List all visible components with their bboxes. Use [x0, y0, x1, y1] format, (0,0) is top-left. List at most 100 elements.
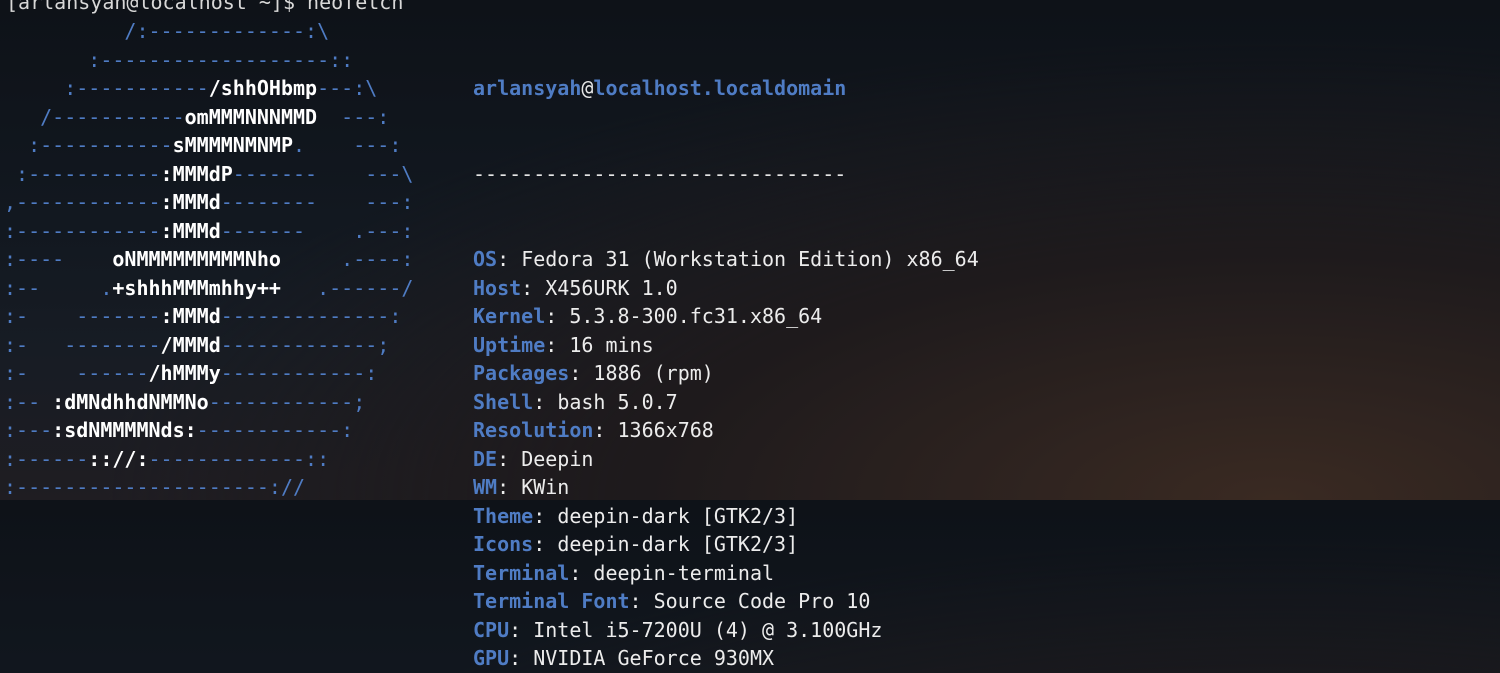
- ascii-logo-segment: :MMMd: [160, 304, 221, 328]
- info-key: OS: [473, 247, 498, 271]
- ascii-logo-segment: :---------------------://: [4, 475, 306, 499]
- info-key: Resolution: [473, 418, 594, 442]
- ascii-logo-segment: /-----------: [4, 104, 185, 129]
- ascii-logo-segment: :- -------: [4, 304, 161, 328]
- ascii-logo-segment: :MMMd: [160, 190, 221, 214]
- ascii-logo-segment: :-------------------::: [4, 47, 354, 72]
- at-sign: @: [581, 76, 594, 100]
- header-separator: -------------------------------: [473, 161, 847, 186]
- info-colon: :: [569, 560, 594, 585]
- info-row: Uptime: 16 mins: [473, 331, 979, 360]
- info-value: deepin-dark [GTK2/3]: [557, 532, 799, 556]
- ascii-logo-segment: :MMMd: [160, 218, 221, 243]
- info-colon: :: [629, 589, 654, 613]
- ascii-logo-segment: oNMMMMMMMMMNho: [112, 247, 281, 271]
- ascii-logo-segment: :-- .: [4, 275, 113, 300]
- info-value: 1886 (rpm): [593, 361, 714, 385]
- info-key: Host: [473, 275, 522, 300]
- info-value: Source Code Pro 10: [653, 589, 871, 613]
- ascii-logo-segment: +shhhMMMmhhy++: [112, 275, 281, 300]
- info-row: WM: KWin: [473, 473, 979, 502]
- info-colon: :: [497, 446, 522, 471]
- ascii-logo-segment: /MMMd: [160, 332, 221, 357]
- info-value: deepin-dark [GTK2/3]: [557, 503, 799, 528]
- ascii-logo-line: :- -------:MMMd--------------:: [4, 302, 413, 331]
- ascii-logo-segment: ------- .---:: [220, 218, 414, 243]
- info-key: Packages: [473, 361, 570, 385]
- ascii-logo-segment: ---:\: [317, 76, 378, 100]
- ascii-logo-segment: ,------------: [4, 190, 161, 214]
- ascii-logo-segment: -------------::: [148, 446, 330, 471]
- info-row: Shell: bash 5.0.7: [473, 388, 979, 417]
- info-key: Icons: [473, 532, 534, 556]
- info-colon: :: [533, 532, 558, 556]
- info-colon: :: [497, 475, 522, 499]
- hostname: localhost.localdomain: [593, 76, 847, 100]
- info-key: Terminal Font: [473, 589, 630, 613]
- info-value: Deepin: [521, 446, 594, 471]
- ascii-logo-line: :-----------sMMMMNMNMP. ---:: [4, 131, 413, 160]
- system-info-panel: arlansyah@localhost.localdomain --------…: [473, 17, 979, 673]
- ascii-logo-segment: :------: [4, 446, 89, 471]
- ascii-logo-segment: :MMMdP: [160, 161, 233, 186]
- ascii-logo-segment: :-----------: [4, 76, 209, 100]
- ascii-logo-line: /:-------------:\: [4, 17, 413, 46]
- ascii-logo-segment: .------/: [280, 275, 414, 300]
- info-value: 1366x768: [617, 418, 714, 442]
- ascii-logo-segment: :------------: [4, 218, 161, 243]
- ascii-logo-segment: :- --------: [4, 332, 161, 357]
- info-key: Terminal: [473, 560, 570, 585]
- info-row: DE: Deepin: [473, 445, 979, 474]
- info-key: CPU: [473, 617, 510, 642]
- info-value: X456URK 1.0: [545, 275, 678, 300]
- info-row: Resolution: 1366x768: [473, 416, 979, 445]
- info-row: Terminal Font: Source Code Pro 10: [473, 587, 979, 616]
- info-value: deepin-terminal: [593, 560, 775, 585]
- ascii-logo-segment: ------------:: [220, 361, 378, 385]
- command-prompt: [arlansyah@localhost ~]$ neofetch: [6, 0, 404, 14]
- info-key: WM: [473, 475, 498, 499]
- ascii-logo-segment: ---:: [317, 104, 390, 129]
- ascii-logo-line: :-- :dMNdhhdNMMNo------------;: [4, 388, 413, 417]
- ascii-logo-segment: :----: [4, 247, 113, 271]
- info-value: bash 5.0.7: [557, 389, 678, 414]
- fedora-ascii-logo: /:-------------:\ :-------------------::…: [4, 17, 413, 502]
- info-colon: :: [593, 418, 618, 442]
- ascii-logo-line: ,------------:MMMd-------- ---:: [4, 188, 413, 217]
- info-key: Theme: [473, 503, 534, 528]
- info-colon: :: [545, 332, 570, 357]
- ascii-logo-segment: /shhOHbmp: [208, 76, 318, 100]
- ascii-logo-segment: omMMMNNNMMD: [184, 104, 318, 129]
- ascii-logo-line: :---------------------://: [4, 473, 413, 502]
- ascii-logo-line: :- --------/MMMd-------------;: [4, 331, 413, 360]
- info-colon: :: [569, 361, 594, 385]
- info-key: Shell: [473, 389, 534, 414]
- info-key: DE: [473, 446, 498, 471]
- ascii-logo-line: /-----------omMMMNNNMMD ---:: [4, 103, 413, 132]
- ascii-logo-line: :-----------:MMMdP------- ---\: [4, 160, 413, 189]
- ascii-logo-segment: :---: [4, 418, 53, 442]
- ascii-logo-segment: :-----------: [4, 161, 161, 186]
- ascii-logo-segment: :--: [4, 389, 53, 414]
- info-colon: :: [521, 275, 546, 300]
- info-row: Theme: deepin-dark [GTK2/3]: [473, 502, 979, 531]
- terminal-window[interactable]: [arlansyah@localhost ~]$ neofetch /:----…: [0, 0, 1500, 670]
- info-colon: :: [533, 389, 558, 414]
- info-key: Kernel: [473, 304, 546, 328]
- ascii-logo-line: :------:://:-------------::: [4, 445, 413, 474]
- info-row: Packages: 1886 (rpm): [473, 359, 979, 388]
- username: arlansyah: [473, 76, 582, 100]
- info-key: Uptime: [473, 332, 546, 357]
- ascii-logo-line: :------------:MMMd------- .---:: [4, 217, 413, 246]
- ascii-logo-segment: ------------;: [208, 389, 366, 414]
- info-value: 16 mins: [569, 332, 654, 357]
- ascii-logo-segment: :://:: [88, 446, 149, 471]
- ascii-logo-line: :- ------/hMMMy------------:: [4, 359, 413, 388]
- ascii-logo-segment: :sdNMMMMNds:: [52, 418, 197, 442]
- user-host-line: arlansyah@localhost.localdomain: [473, 74, 979, 103]
- info-row: Icons: deepin-dark [GTK2/3]: [473, 530, 979, 559]
- ascii-logo-line: :---:sdNMMMMNds:------------:: [4, 416, 413, 445]
- ascii-logo-segment: --------------:: [220, 304, 402, 328]
- info-row: Host: X456URK 1.0: [473, 274, 979, 303]
- info-colon: :: [545, 304, 570, 328]
